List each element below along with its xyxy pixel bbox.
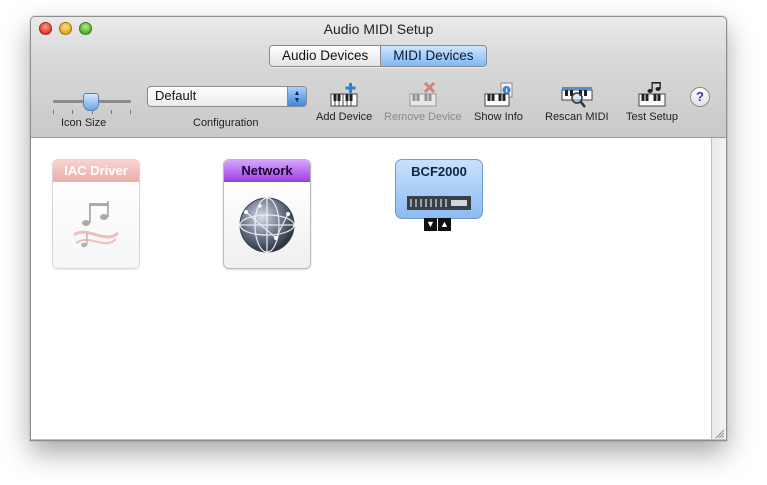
- configuration-label: Configuration: [193, 117, 259, 129]
- midi-controller-icon: [407, 196, 471, 210]
- icon-size-label: Icon Size: [61, 117, 107, 129]
- add-device-button[interactable]: Add Device: [316, 81, 372, 123]
- slider-knob[interactable]: [83, 93, 99, 111]
- vertical-scrollbar[interactable]: [711, 138, 726, 439]
- test-setup-label: Test Setup: [626, 111, 678, 123]
- icon-size-slider[interactable]: [53, 93, 131, 114]
- device-network[interactable]: Network: [223, 159, 311, 269]
- globe-icon: [224, 182, 310, 268]
- bottom-divider: [31, 439, 726, 440]
- resize-grip-icon[interactable]: [714, 428, 724, 438]
- midi-out-port-icon[interactable]: ▲: [438, 218, 451, 231]
- piano-magnifier-icon: [545, 81, 609, 111]
- rescan-midi-button[interactable]: Rescan MIDI: [545, 81, 609, 123]
- device-bcf2000[interactable]: BCF2000: [395, 159, 483, 219]
- show-info-label: Show Info: [474, 111, 523, 123]
- help-button[interactable]: ?: [690, 87, 710, 107]
- device-name: Network: [224, 160, 310, 182]
- midi-device-canvas[interactable]: IAC Driver Network BCF2000 ▼ ▲: [31, 138, 711, 439]
- piano-x-icon: [384, 81, 462, 111]
- piano-notes-icon: [626, 81, 678, 111]
- device-name: IAC Driver: [53, 160, 139, 182]
- configuration-value: Default: [155, 88, 197, 103]
- remove-device-button[interactable]: Remove Device: [384, 81, 462, 123]
- add-device-label: Add Device: [316, 111, 373, 123]
- remove-device-label: Remove Device: [384, 111, 462, 123]
- show-info-button[interactable]: Show Info: [474, 81, 523, 123]
- device-tabs: Audio Devices MIDI Devices: [269, 45, 487, 67]
- tab-midi-devices[interactable]: MIDI Devices: [380, 46, 486, 66]
- device-name: BCF2000: [411, 164, 467, 179]
- chevron-updown-icon: ▲ ▼: [287, 87, 306, 106]
- rescan-midi-label: Rescan MIDI: [545, 111, 609, 123]
- device-iac-driver[interactable]: IAC Driver: [52, 159, 140, 269]
- test-setup-button[interactable]: Test Setup: [626, 81, 678, 123]
- configuration-popup[interactable]: Default ▲ ▼: [147, 86, 307, 107]
- tab-audio-devices[interactable]: Audio Devices: [270, 46, 381, 66]
- music-notes-icon: [53, 182, 139, 268]
- piano-info-icon: [474, 81, 523, 111]
- titlebar-toolbar: Audio MIDI Setup Audio Devices MIDI Devi…: [31, 17, 726, 138]
- audio-midi-setup-window: Audio MIDI Setup Audio Devices MIDI Devi…: [30, 16, 727, 441]
- window-title: Audio MIDI Setup: [323, 21, 434, 37]
- midi-in-port-icon[interactable]: ▼: [424, 218, 437, 231]
- piano-plus-icon: [316, 81, 372, 111]
- midi-ports: ▼ ▲: [424, 218, 451, 231]
